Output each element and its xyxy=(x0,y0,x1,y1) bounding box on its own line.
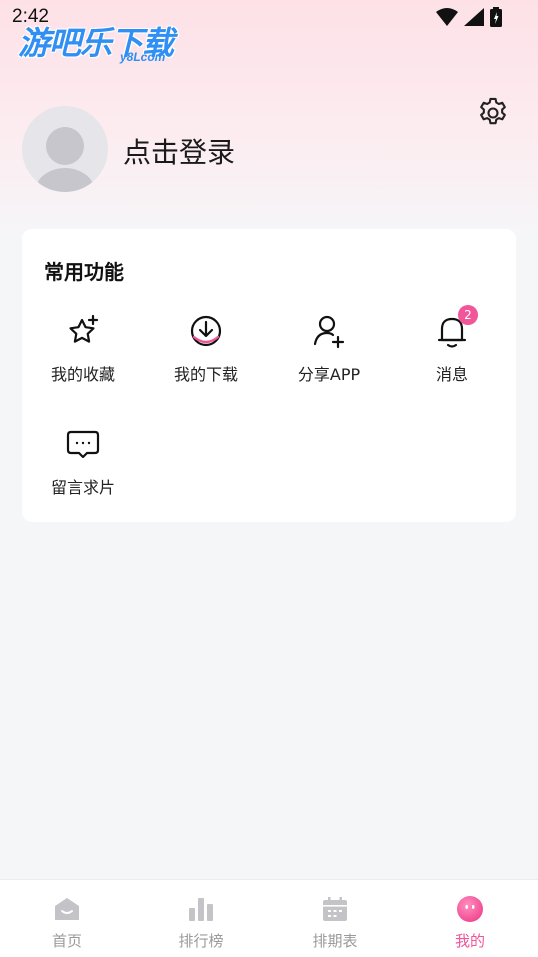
status-icons xyxy=(436,7,502,27)
func-downloads-icon-wrap xyxy=(186,311,226,351)
func-messages-label: 消息 xyxy=(435,365,468,384)
func-share-label: 分享APP xyxy=(297,365,361,384)
func-favorites-label: 我的收藏 xyxy=(50,365,115,384)
avatar[interactable] xyxy=(22,106,108,192)
message-badge: 2 xyxy=(458,305,478,325)
tab-home-icon-wrap xyxy=(52,894,82,924)
func-favorites[interactable]: 我的收藏 xyxy=(23,311,143,385)
gear-icon xyxy=(480,97,506,125)
tab-home[interactable]: 首页 xyxy=(0,880,134,951)
login-prompt[interactable]: 点击登录 xyxy=(123,131,235,171)
func-messages-icon-wrap: 2 xyxy=(432,305,478,351)
tab-ranking-icon-wrap xyxy=(186,894,216,924)
tab-mine[interactable]: 我的 xyxy=(403,880,537,951)
home-icon xyxy=(55,898,79,920)
tab-schedule-icon-wrap xyxy=(320,894,350,924)
tab-home-label: 首页 xyxy=(51,932,82,950)
battery-icon xyxy=(490,7,502,27)
func-share-app[interactable]: 分享APP xyxy=(269,311,389,385)
settings-button[interactable] xyxy=(475,95,511,131)
calendar-icon xyxy=(323,897,347,921)
watermark-logo-sub: y8Lcom xyxy=(120,50,166,64)
default-avatar-icon xyxy=(35,127,95,192)
bottom-tab-bar: 首页 排行榜 排期表 我的 xyxy=(0,879,538,957)
func-downloads[interactable]: 我的下载 xyxy=(146,311,266,385)
func-share-icon-wrap xyxy=(309,311,349,351)
func-favorites-icon-wrap xyxy=(63,311,103,351)
star-plus-icon xyxy=(69,314,99,343)
user-add-icon xyxy=(313,315,345,349)
tab-ranking[interactable]: 排行榜 xyxy=(134,880,268,951)
tab-schedule[interactable]: 排期表 xyxy=(268,880,402,951)
tab-schedule-label: 排期表 xyxy=(312,932,358,950)
common-functions-card: 常用功能 我的收藏 我的下载 分享APP 2 消息 留言求片 xyxy=(22,229,516,522)
signal-icon xyxy=(464,8,484,26)
chat-bubble-icon xyxy=(66,430,100,459)
card-title: 常用功能 xyxy=(44,260,124,284)
func-downloads-label: 我的下载 xyxy=(173,365,238,384)
download-icon xyxy=(190,315,222,347)
func-messages[interactable]: 2 消息 xyxy=(392,305,512,385)
func-request-icon-wrap xyxy=(63,424,103,464)
tab-mine-label: 我的 xyxy=(454,932,485,950)
tab-mine-icon-wrap xyxy=(455,894,485,924)
func-request-label: 留言求片 xyxy=(50,478,115,497)
tab-ranking-label: 排行榜 xyxy=(178,932,224,950)
profile-face-icon xyxy=(457,896,483,922)
bar-chart-icon xyxy=(189,898,213,921)
wifi-icon xyxy=(436,8,458,26)
func-request-movie[interactable]: 留言求片 xyxy=(23,424,143,498)
